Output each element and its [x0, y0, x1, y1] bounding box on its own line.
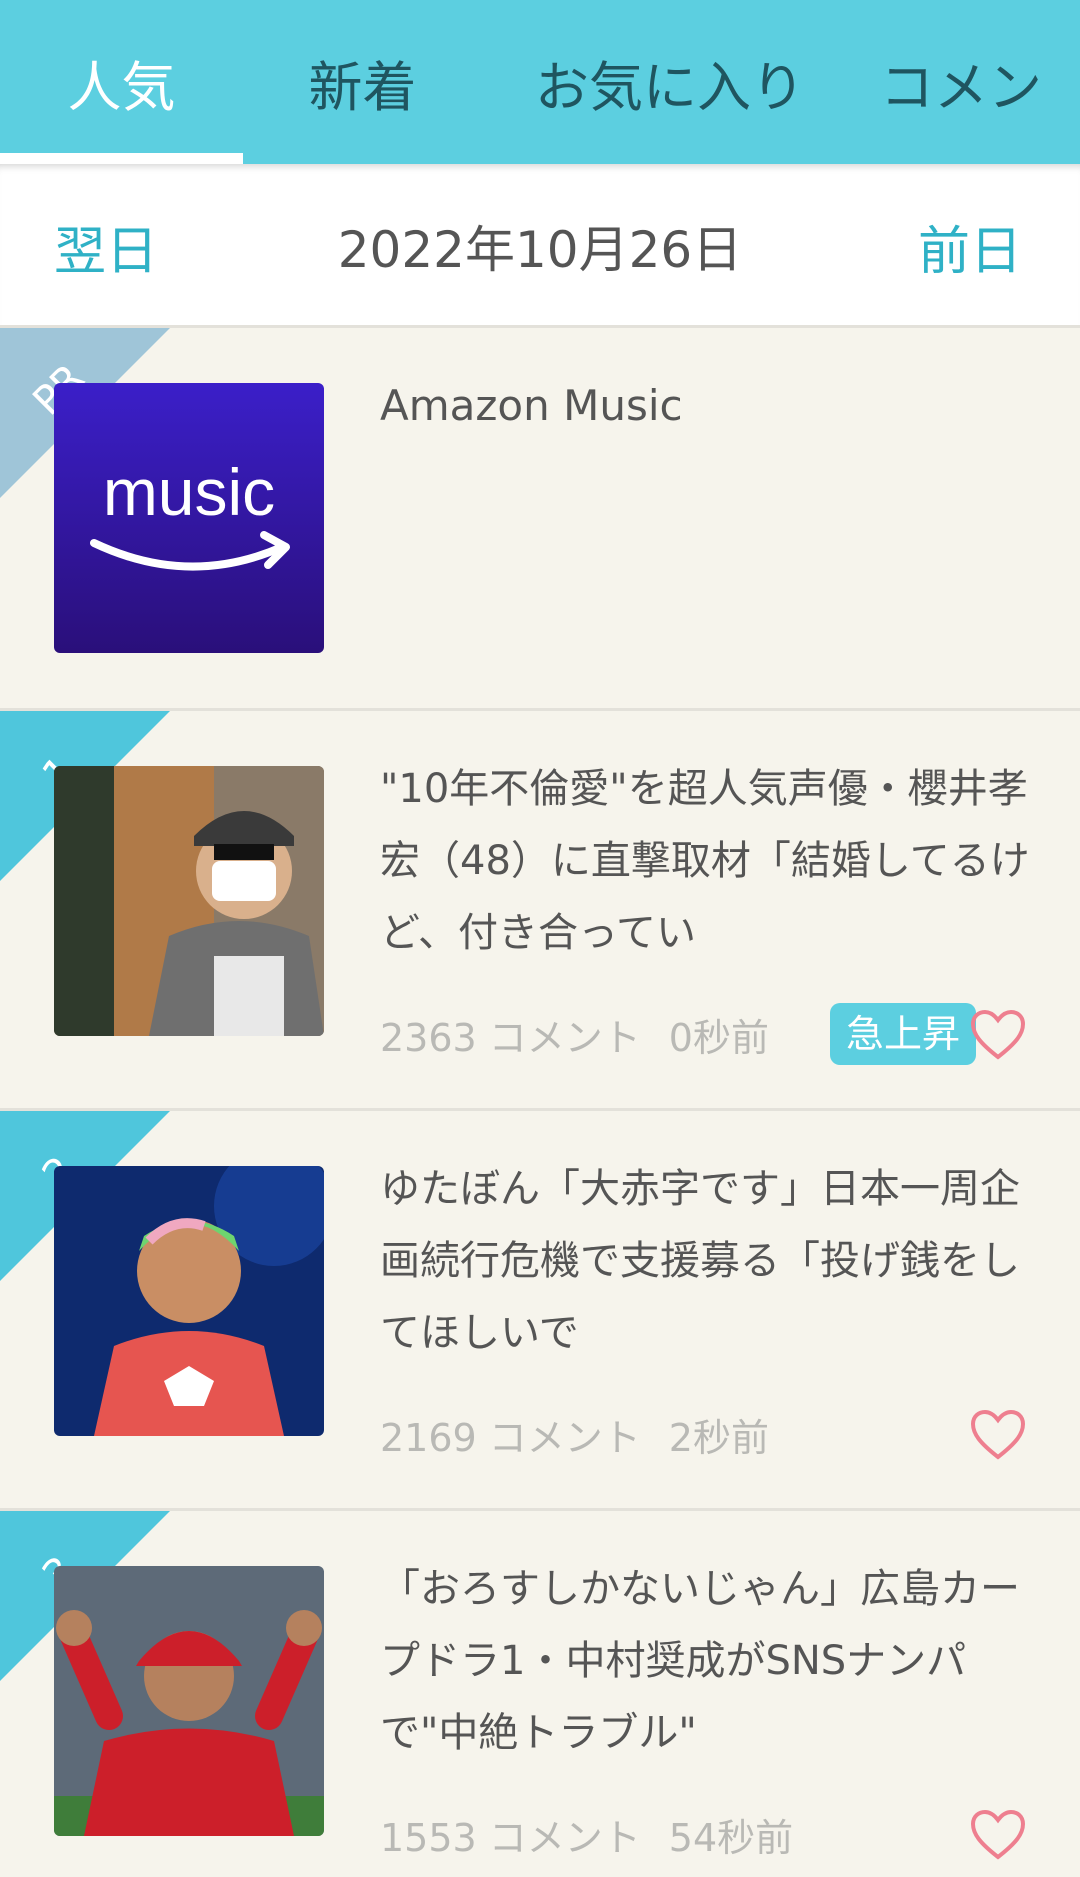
- article-title: ゆたぼん「大赤字です」日本一周企画続行危機で支援募る「投げ銭をしてほしいで: [380, 1166, 1020, 1356]
- amazon-music-logo: music: [54, 383, 324, 653]
- article-list-item[interactable]: 3 「おろすしかないじゃん」広島カープドラ1・中村奨成がSNSナンパで"中絶トラ…: [0, 1511, 1080, 1877]
- comment-count: 2363 コメント: [380, 1016, 641, 1060]
- previous-day-button[interactable]: 前日: [918, 164, 1022, 328]
- tab-new[interactable]: 新着: [250, 0, 475, 164]
- article-meta: 2169 コメント 2秒前: [380, 1407, 769, 1462]
- article-list-item[interactable]: 2 ゆたぼん「大赤字です」日本一周企画続行危機で支援募る「投げ銭をしてほしいで …: [0, 1111, 1080, 1511]
- active-tab-indicator: [0, 153, 243, 164]
- tab-comments[interactable]: コメン: [880, 0, 1080, 164]
- favorite-heart-icon[interactable]: [970, 1409, 1026, 1461]
- next-day-button[interactable]: 翌日: [54, 164, 158, 328]
- trending-badge: 急上昇: [830, 1003, 977, 1065]
- article-title: "10年不倫愛"を超人気声優・櫻井孝宏（48）に直撃取材「結婚してるけど、付き合…: [380, 766, 1030, 956]
- favorite-heart-icon[interactable]: [970, 1009, 1026, 1061]
- article-meta: 2363 コメント 0秒前: [380, 1007, 769, 1062]
- posted-time: 0秒前: [668, 1016, 769, 1060]
- comment-count: 2169 コメント: [380, 1416, 641, 1460]
- tab-favorites[interactable]: お気に入り: [510, 0, 830, 164]
- article-thumbnail: [54, 1566, 324, 1836]
- article-thumbnail: [54, 766, 324, 1036]
- article-meta: 1553 コメント 54秒前: [380, 1807, 793, 1862]
- article-thumbnail: [54, 1166, 324, 1436]
- pr-title: Amazon Music: [380, 381, 683, 430]
- pr-list-item[interactable]: PR music Amazon Music: [0, 328, 1080, 711]
- posted-time: 2秒前: [668, 1416, 769, 1460]
- favorite-heart-icon[interactable]: [970, 1809, 1026, 1861]
- tab-popular[interactable]: 人気: [0, 0, 243, 164]
- date-navigation: 2022年10月26日 翌日 前日: [0, 164, 1080, 328]
- article-list-item[interactable]: 1 "10年不倫愛"を超人気声優・櫻井孝宏（48）に直撃取材「結婚してるけど、付…: [0, 711, 1080, 1111]
- comment-count: 1553 コメント: [380, 1816, 641, 1860]
- amazon-music-logo-text: music: [103, 455, 275, 529]
- article-title: 「おろすしかないじゃん」広島カープドラ1・中村奨成がSNSナンパで"中絶トラブル…: [380, 1566, 1020, 1756]
- posted-time: 54秒前: [668, 1816, 794, 1860]
- tab-bar: 人気 新着 お気に入り コメン: [0, 0, 1080, 164]
